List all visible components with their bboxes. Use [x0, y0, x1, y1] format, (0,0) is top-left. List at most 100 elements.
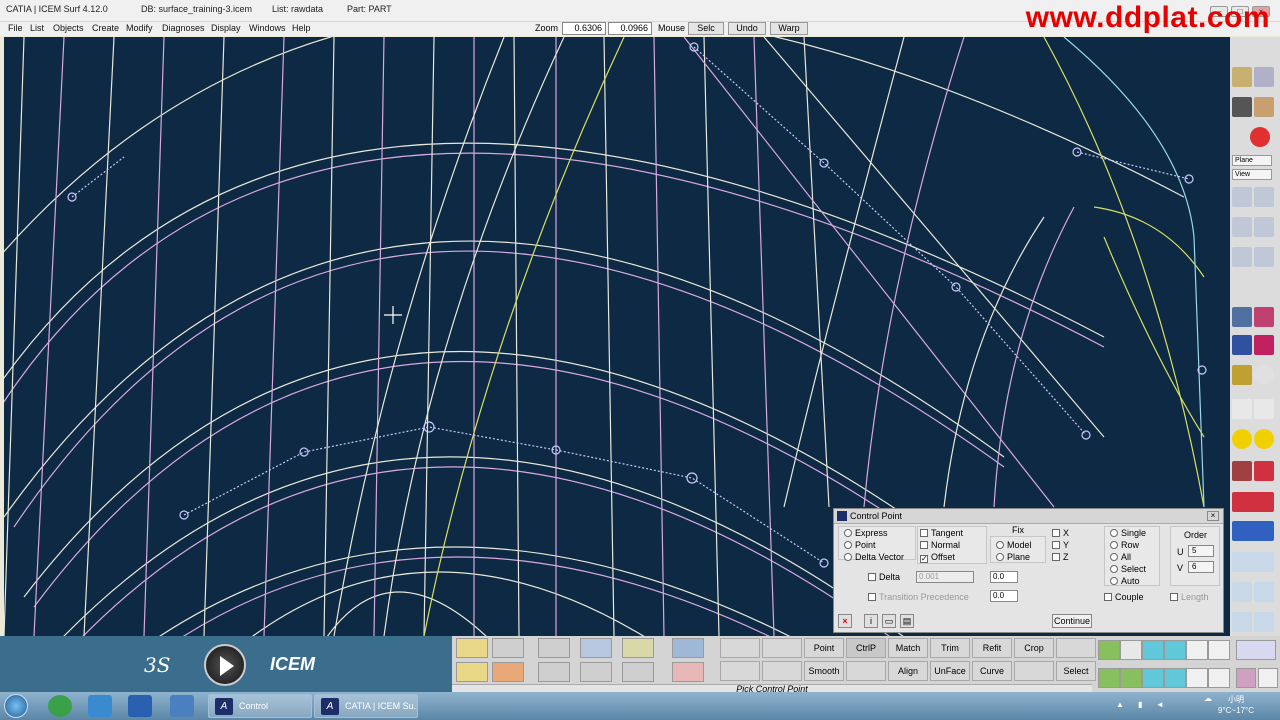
edit-icon[interactable]: [1254, 307, 1274, 327]
zoom-field[interactable]: 0.6306: [562, 22, 606, 35]
blank-button-3[interactable]: [1056, 638, 1096, 658]
crop-button[interactable]: Crop: [1014, 638, 1054, 658]
mode-express[interactable]: Express: [844, 528, 888, 538]
smile-alt-icon[interactable]: [1254, 429, 1274, 449]
axis-iso-icon[interactable]: [1254, 247, 1274, 267]
tweak-icon[interactable]: [1254, 461, 1274, 481]
eye-icon[interactable]: [1232, 67, 1252, 87]
lips-icon[interactable]: [1250, 127, 1270, 147]
menu-list[interactable]: List: [30, 23, 44, 33]
menu-file[interactable]: File: [8, 23, 23, 33]
scope-all-radio[interactable]: All: [1110, 552, 1131, 562]
select-button[interactable]: Select: [1056, 661, 1096, 681]
blank-button-6[interactable]: [846, 661, 886, 681]
menu-help[interactable]: Help: [292, 23, 311, 33]
warp-button[interactable]: Warp: [770, 22, 808, 35]
tray-network-icon[interactable]: ▮: [1138, 700, 1142, 709]
info-icon[interactable]: i: [864, 614, 878, 628]
surface-green-2-icon[interactable]: [1098, 668, 1120, 688]
section-icon[interactable]: [1232, 492, 1274, 512]
refit-button[interactable]: Refit: [972, 638, 1012, 658]
smooth-button[interactable]: Smooth: [804, 661, 844, 681]
axis-zy-icon[interactable]: [1232, 247, 1252, 267]
menu-objects[interactable]: Objects: [53, 23, 84, 33]
color-icon[interactable]: [1232, 461, 1252, 481]
snowflake-red-icon[interactable]: [672, 662, 704, 682]
folder-icon[interactable]: [456, 662, 488, 682]
wand-icon[interactable]: [1254, 67, 1274, 87]
taskbar-control[interactable]: A Control: [208, 694, 312, 718]
monitor-icon[interactable]: [170, 695, 194, 717]
tray-volume-icon[interactable]: ◄: [1156, 700, 1164, 709]
offset-checkbox[interactable]: ✓ Offset: [920, 552, 955, 563]
curve-cyan-4-icon[interactable]: [1164, 668, 1186, 688]
explorer-icon[interactable]: [128, 695, 152, 717]
scope-auto-radio[interactable]: Auto: [1110, 576, 1140, 586]
menu-modify[interactable]: Modify: [126, 23, 153, 33]
surface-green-3-icon[interactable]: [1120, 668, 1142, 688]
blank-button-5[interactable]: [762, 661, 802, 681]
axis-zx-icon[interactable]: [1232, 217, 1252, 237]
tangent-checkbox[interactable]: Tangent: [920, 528, 963, 538]
help-icon[interactable]: [1232, 521, 1274, 541]
curve-cyan-2-icon[interactable]: [1164, 640, 1186, 660]
selc-button[interactable]: Selc: [688, 22, 724, 35]
couple-checkbox[interactable]: Couple: [1104, 592, 1144, 602]
axis-y-icon[interactable]: [1254, 217, 1274, 237]
surface-green-icon[interactable]: [1098, 640, 1120, 660]
eraser-icon[interactable]: [1232, 335, 1252, 355]
curve-cyan-3-icon[interactable]: [1142, 668, 1164, 688]
zoom-in-icon[interactable]: [1254, 399, 1274, 419]
align-button[interactable]: Align: [888, 661, 928, 681]
pen-icon[interactable]: [1232, 307, 1252, 327]
undo-button[interactable]: Undo: [728, 22, 766, 35]
marker-icon[interactable]: [1254, 335, 1274, 355]
menu-windows[interactable]: Windows: [249, 23, 286, 33]
delete-icon[interactable]: [580, 662, 612, 682]
cube-view-icon[interactable]: [492, 638, 524, 658]
dialog-header[interactable]: Control Point ×: [834, 509, 1223, 524]
pencil-icon[interactable]: [622, 638, 654, 658]
smile-icon[interactable]: [1232, 429, 1252, 449]
view-select[interactable]: View: [1232, 169, 1272, 180]
mode-point[interactable]: Point: [844, 540, 876, 550]
taskbar-icem[interactable]: A CATIA | ICEM Su...: [314, 694, 418, 718]
plane-select[interactable]: Plane: [1232, 155, 1272, 166]
zoom-out-icon[interactable]: [1232, 399, 1252, 419]
order-u-spinner[interactable]: 5: [1188, 545, 1214, 557]
diagonal-icon[interactable]: [1186, 640, 1208, 660]
corner-icon[interactable]: [1232, 612, 1252, 632]
arrow-icon[interactable]: [1120, 640, 1142, 660]
fix-plane-radio[interactable]: Plane: [996, 552, 1030, 562]
start-button-icon[interactable]: [4, 694, 28, 718]
network-icon[interactable]: [88, 695, 112, 717]
point-button[interactable]: Point: [804, 638, 844, 658]
graph-icon[interactable]: [1254, 582, 1274, 602]
curve-cyan-icon[interactable]: [1142, 640, 1164, 660]
axis-y-checkbox[interactable]: Y: [1052, 540, 1069, 550]
blank-button-7[interactable]: [1014, 661, 1054, 681]
curve-tool-icon[interactable]: [1232, 552, 1274, 572]
unface-button[interactable]: UnFace: [930, 661, 970, 681]
snapshot-icon[interactable]: ▭: [882, 614, 896, 628]
measure-icon[interactable]: [1232, 582, 1252, 602]
length-checkbox[interactable]: Length: [1170, 592, 1209, 602]
capsule-icon[interactable]: [1254, 365, 1274, 385]
light-icon[interactable]: [1232, 365, 1252, 385]
slope-icon[interactable]: [1254, 612, 1274, 632]
offset-value-field[interactable]: 0.0: [990, 571, 1018, 583]
order-v-spinner[interactable]: 6: [1188, 561, 1214, 573]
browser-icon[interactable]: [48, 695, 72, 717]
layers-icon[interactable]: [580, 638, 612, 658]
tray-chevron-icon[interactable]: ▲: [1116, 700, 1124, 709]
transform-icon[interactable]: [492, 662, 524, 682]
visibility-eye-icon[interactable]: [538, 638, 570, 658]
play-icon[interactable]: [204, 644, 246, 686]
transition-checkbox[interactable]: Transition Precedence: [868, 592, 969, 602]
zoom-field-2[interactable]: 0.0966: [608, 22, 652, 35]
ugs-logo-icon[interactable]: [1236, 640, 1276, 660]
scope-row-radio[interactable]: Row: [1110, 540, 1139, 550]
axis-x-checkbox[interactable]: X: [1052, 528, 1069, 538]
cube-icon[interactable]: [1232, 97, 1252, 117]
brush-icon[interactable]: [1254, 97, 1274, 117]
